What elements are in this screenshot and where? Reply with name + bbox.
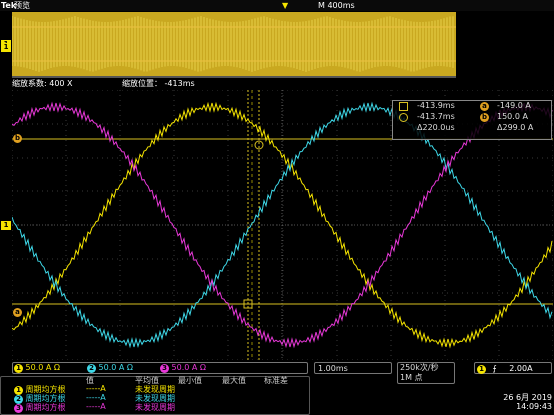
zoom-position: 缩放位置： -413ms [122,79,195,88]
ch3-badge: 3 [160,364,169,373]
meas3-badge: 3 [14,404,23,413]
trigger-box[interactable]: 1 ⨍ 2.00A [474,362,552,374]
cursor-b-value: 150.0 A [497,112,528,121]
cursor-a-marker[interactable]: a [13,308,22,317]
acquisition-mode: 预览 [14,1,30,10]
ch3-scale-group[interactable]: 3 50.0 A Ω [160,363,206,373]
meas2-value: -----A [86,393,106,402]
trigger-slope-icon: ⨍ [492,364,497,373]
ch3-scale: 50.0 A [171,363,198,372]
overview-waveform[interactable] [11,12,456,76]
meas3-name: 周期均方根 [25,403,66,412]
datetime: 26 6月 2019 14:09:43 [494,393,552,411]
trigger-channel-badge: 1 [477,365,486,374]
overview-trace [11,12,456,76]
ch2-badge: 2 [87,364,96,373]
cursor-time-1: -413.9ms [417,101,455,110]
main-timebase: M 400ms [318,1,355,10]
cursor-a-value: -149.0 A [497,101,531,110]
meas3-value: -----A [86,402,106,411]
ch2-scale: 50.0 A [98,363,125,372]
measurement-row[interactable]: 3 周期均方根 [14,402,66,413]
ch1-unit: Ω [53,363,61,372]
a-badge: a [480,102,489,111]
zoom-region-bar [12,76,456,78]
ch1-badge: 1 [14,364,23,373]
ch1-scale-group[interactable]: 1 50.0 A Ω [14,363,60,373]
meas3-mean: 未发现周期 [135,403,175,412]
time-text: 14:09:43 [516,402,552,411]
meas-header-min: 最小值 [178,376,202,385]
meas-header-std: 标准差 [264,376,288,385]
top-status-bar: Tek 预览 ▼ M 400ms [0,0,554,11]
horizontal-scale-box[interactable]: 1.00ms [314,362,392,374]
cursor-readout: -413.9ms a -149.0 A -413.7ms b 150.0 A Δ… [392,100,552,140]
sample-rate: 250k次/秒 [400,363,439,372]
meas-header-max: 最大值 [222,376,246,385]
cursor-b-marker[interactable]: b [13,134,22,143]
horizontal-scale: 1.00ms [318,364,348,373]
cursor-delta-value: Δ299.0 A [497,123,534,132]
zoom-factor: 缩放系数: 400 X [12,79,73,88]
date-text: 26 6月 2019 [503,393,552,402]
ch3-unit: Ω [199,363,207,372]
cursor-time-2: -413.7ms [417,112,455,121]
bottom-panel: 1 50.0 A Ω 2 50.0 A Ω 3 50.0 A Ω 1.00ms … [0,362,554,415]
trigger-position-icon: ▼ [282,1,289,10]
meas1-value: -----A [86,384,106,393]
square-cursor-icon [399,102,408,111]
record-length: 1M 点 [400,373,423,382]
ch2-scale-group[interactable]: 2 50.0 A Ω [87,363,133,373]
circle-cursor-icon [399,113,408,122]
zoom-info-line: 缩放系数: 400 X 缩放位置： -413ms [0,79,554,89]
sample-rate-box[interactable]: 250k次/秒 1M 点 [397,362,455,384]
cursor-delta-time: Δ220.0us [417,123,455,132]
ch1-scale: 50.0 A [25,363,52,372]
ch1-zoom-marker[interactable]: 1 [1,43,11,52]
b-badge: b [480,113,489,122]
trigger-level: 2.00A [509,364,533,373]
ch1-ground-marker[interactable]: 1 [1,221,11,230]
ch2-unit: Ω [126,363,134,372]
